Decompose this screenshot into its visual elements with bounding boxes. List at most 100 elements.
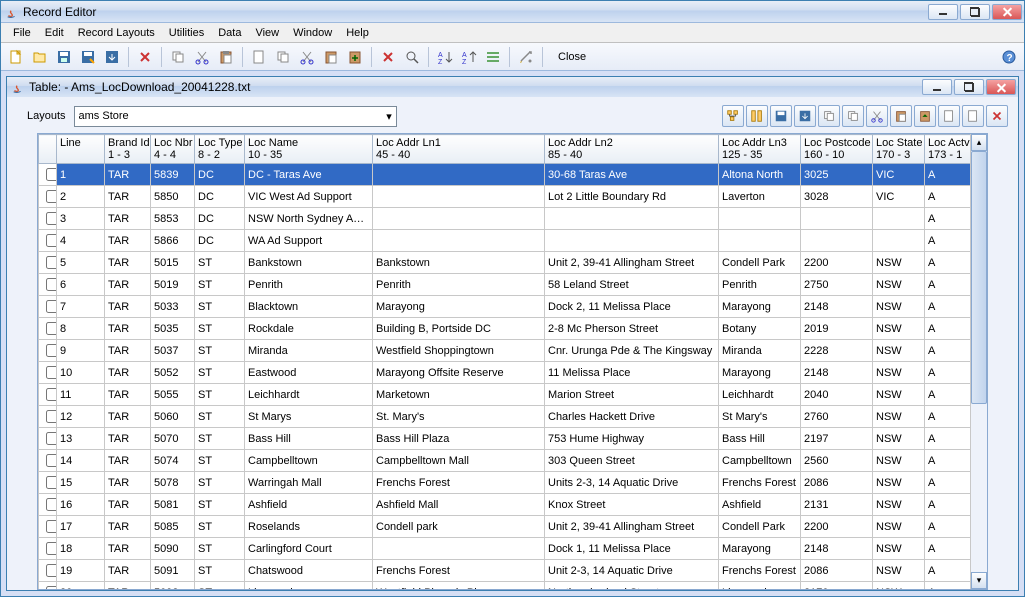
scroll-up-icon[interactable]: ▴ [971,134,987,151]
cell-locAddr3[interactable]: Marayong [719,538,801,560]
cell-locAddr2[interactable]: 30-68 Taras Ave [545,164,719,186]
cell-locAddr1[interactable]: Marayong Offsite Reserve [373,362,545,384]
sort-asc-icon[interactable]: AZ [434,46,456,68]
help-icon[interactable]: ? [998,46,1020,68]
cell-locType[interactable]: ST [195,560,245,582]
cell-locAddr1[interactable]: Westfield Shoppingtown [373,340,545,362]
cell-locAddr3[interactable]: Marayong [719,362,801,384]
cell-brandId[interactable]: TAR [105,274,151,296]
cell-actv[interactable]: A [925,296,971,318]
cell-locNbr[interactable]: 5853 [151,208,195,230]
cell-locAddr1[interactable] [373,164,545,186]
cell-line[interactable]: 14 [57,450,105,472]
cell-actv[interactable]: A [925,340,971,362]
cell-state[interactable]: NSW [873,384,925,406]
cell-postcode[interactable]: 2200 [801,252,873,274]
cell-locName[interactable]: Bass Hill [245,428,373,450]
table-row[interactable]: 12TAR5060STSt MarysSt. Mary'sCharles Hac… [39,406,971,428]
cell-locAddr1[interactable]: Frenchs Forest [373,472,545,494]
sub-new-icon[interactable] [938,105,960,127]
cell-locName[interactable]: Miranda [245,340,373,362]
cell-brandId[interactable]: TAR [105,186,151,208]
menu-view[interactable]: View [249,25,285,41]
cell-line[interactable]: 7 [57,296,105,318]
cell-locAddr1[interactable]: St. Mary's [373,406,545,428]
cell-locAddr1[interactable]: Building B, Portside DC [373,318,545,340]
cell-postcode[interactable]: 2148 [801,296,873,318]
cell-locAddr2[interactable]: 58 Leland Street [545,274,719,296]
cell-locAddr1[interactable] [373,230,545,252]
row-checkbox[interactable] [46,498,57,511]
row-checkbox[interactable] [46,256,57,269]
row-checkbox[interactable] [46,542,57,555]
cell-state[interactable]: NSW [873,428,925,450]
cell-locAddr3[interactable]: Laverton [719,186,801,208]
row-checkbox[interactable] [46,432,57,445]
menu-help[interactable]: Help [340,25,375,41]
cell-locAddr2[interactable]: Marion Street [545,384,719,406]
cell-postcode[interactable]: 2019 [801,318,873,340]
cell-actv[interactable]: A [925,186,971,208]
cell-state[interactable]: NSW [873,340,925,362]
cell-locType[interactable]: ST [195,494,245,516]
column-header[interactable]: Loc Addr Ln285 - 40 [545,135,719,164]
cell-line[interactable]: 10 [57,362,105,384]
cell-actv[interactable]: A [925,274,971,296]
cell-locNbr[interactable]: 5078 [151,472,195,494]
cell-locType[interactable]: DC [195,186,245,208]
cell-locAddr1[interactable]: Westfield Phoenix Plaza [373,582,545,590]
cell-locNbr[interactable]: 5037 [151,340,195,362]
cell-locType[interactable]: ST [195,428,245,450]
cell-locName[interactable]: Blacktown [245,296,373,318]
cell-locName[interactable]: Campbelltown [245,450,373,472]
sub-titlebar[interactable]: Table: - Ams_LocDownload_20041228.txt [7,77,1018,97]
table-row[interactable]: 8TAR5035STRockdaleBuilding B, Portside D… [39,318,971,340]
cell-locName[interactable]: Bankstown [245,252,373,274]
cell-postcode[interactable]: 2086 [801,472,873,494]
cell-locType[interactable]: ST [195,538,245,560]
cell-locAddr3[interactable]: St Mary's [719,406,801,428]
cell-locName[interactable]: St Marys [245,406,373,428]
cell-postcode[interactable]: 2040 [801,384,873,406]
row-checkbox[interactable] [46,476,57,489]
cell-locAddr3[interactable]: Condell Park [719,252,801,274]
cell-line[interactable]: 2 [57,186,105,208]
table-row[interactable]: 17TAR5085STRoselandsCondell parkUnit 2, … [39,516,971,538]
cell-line[interactable]: 13 [57,428,105,450]
cell-locAddr2[interactable]: Units 2-3, 14 Aquatic Drive [545,472,719,494]
scroll-thumb[interactable] [971,151,987,404]
cell-state[interactable]: NSW [873,362,925,384]
cell-locAddr2[interactable] [545,230,719,252]
cell-line[interactable]: 16 [57,494,105,516]
cell-locAddr1[interactable]: Marayong [373,296,545,318]
sub-paste-before-icon[interactable] [914,105,936,127]
cell-line[interactable]: 3 [57,208,105,230]
cell-locNbr[interactable]: 5090 [151,538,195,560]
table-row[interactable]: 11TAR5055STLeichhardtMarketownMarion Str… [39,384,971,406]
paste-append-icon[interactable] [344,46,366,68]
cell-postcode[interactable]: 2148 [801,538,873,560]
cell-brandId[interactable]: TAR [105,384,151,406]
column-header[interactable]: Loc Type8 - 2 [195,135,245,164]
column-header[interactable]: Loc Nbr4 - 4 [151,135,195,164]
filter-icon[interactable] [482,46,504,68]
cell-locType[interactable]: ST [195,340,245,362]
column-header[interactable]: Loc State170 - 3 [873,135,925,164]
cell-locAddr2[interactable] [545,208,719,230]
column-header[interactable]: Brand Id1 - 3 [105,135,151,164]
cell-postcode[interactable] [801,230,873,252]
cell-line[interactable]: 15 [57,472,105,494]
sub-restore-button[interactable] [954,79,984,95]
column-header[interactable]: Loc Addr Ln3125 - 35 [719,135,801,164]
column-header[interactable]: Loc Postcode160 - 10 [801,135,873,164]
column-header[interactable]: Loc Actv Ind173 - 1 [925,135,971,164]
cell-state[interactable]: NSW [873,560,925,582]
new-doc-icon[interactable] [248,46,270,68]
table-row[interactable]: 5TAR5015STBankstownBankstownUnit 2, 39-4… [39,252,971,274]
cell-locAddr3[interactable]: Marayong [719,296,801,318]
cell-locAddr2[interactable]: Dock 1, 11 Melissa Place [545,538,719,560]
cell-state[interactable]: VIC [873,164,925,186]
close-button[interactable] [992,4,1022,20]
cell-locAddr3[interactable]: Penrith [719,274,801,296]
cell-state[interactable]: NSW [873,494,925,516]
